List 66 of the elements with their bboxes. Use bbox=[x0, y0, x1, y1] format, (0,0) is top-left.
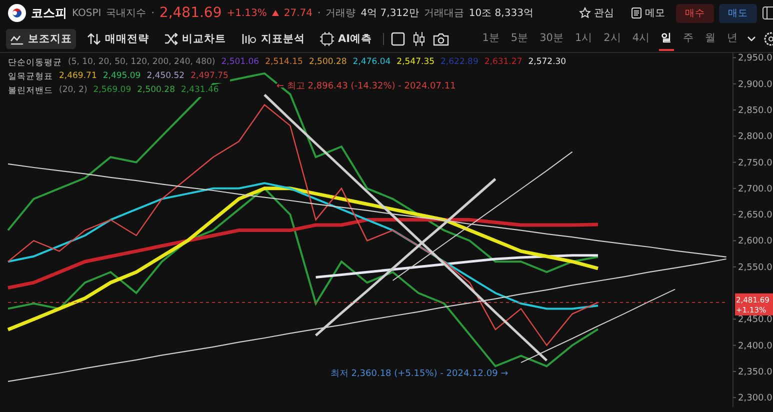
chip-icon bbox=[320, 32, 334, 46]
square-icon[interactable] bbox=[391, 32, 406, 46]
settings-icon[interactable] bbox=[763, 32, 773, 46]
memo-button[interactable]: 메모 bbox=[625, 6, 671, 20]
timeframe-tab[interactable]: 2시 bbox=[602, 27, 624, 51]
analysis-tool-button[interactable]: 지표분석 bbox=[237, 29, 309, 49]
indicator-value: 2,497.75 bbox=[188, 71, 230, 83]
axis-tick-label: 2,800.0 bbox=[738, 132, 772, 142]
axis-tick-label: 2,450.0 bbox=[738, 315, 772, 326]
indicator-name: 단순이동평균 bbox=[6, 57, 64, 69]
amount-label: 거래대금 bbox=[424, 7, 464, 20]
axis-tick-label: 2,350.0 bbox=[738, 367, 772, 378]
indicator-name: 볼린저밴드 bbox=[6, 85, 55, 97]
compare-tool-button[interactable]: 비교차트 bbox=[160, 29, 230, 49]
axis-tick-label: 2,400.0 bbox=[738, 341, 772, 352]
separator: · bbox=[151, 8, 154, 18]
shuffle-icon bbox=[164, 33, 178, 45]
chart-search-icon bbox=[241, 33, 257, 45]
axis-tick-label: 2,550.0 bbox=[738, 262, 772, 273]
axis-tick-label: 2,750.0 bbox=[738, 158, 772, 168]
change-percent: +1.13% bbox=[226, 8, 267, 18]
price-tag bbox=[735, 293, 773, 316]
sell-button[interactable]: 매도 bbox=[719, 4, 757, 22]
separator: · bbox=[318, 8, 321, 18]
timeframe-tab[interactable]: 5분 bbox=[508, 27, 531, 51]
chevron-down-icon[interactable] bbox=[747, 36, 756, 42]
strategy-tool-button[interactable]: 매매전략 bbox=[83, 29, 153, 49]
timeframe-tab[interactable]: 1분 bbox=[480, 27, 502, 51]
axis-tick-label: 2,850.0 bbox=[738, 106, 772, 116]
timeframe-tab[interactable]: 주 bbox=[681, 27, 696, 51]
watchlist-button[interactable]: 관심 bbox=[573, 6, 620, 20]
axis-tick-label: 2,650.0 bbox=[738, 210, 772, 221]
axis-tick-label: 2,600.0 bbox=[738, 236, 772, 247]
low-price-annotation: 최저 2,360.18 (+5.15%) - 2024.12.09 → bbox=[330, 369, 508, 380]
axis-tick-label: 2,300.0 bbox=[738, 394, 772, 404]
axis-tick-label: 2,900.0 bbox=[738, 80, 772, 90]
change-amount: 27.74 bbox=[284, 8, 313, 18]
timeframe-tab[interactable]: 1시 bbox=[572, 27, 595, 51]
axis-tick-label: 2,700.0 bbox=[738, 184, 772, 194]
note-icon bbox=[631, 7, 642, 19]
market-label: 국내지수 bbox=[106, 7, 146, 20]
index-code: KOSPI bbox=[72, 8, 102, 18]
star-icon bbox=[579, 7, 591, 19]
timeframe-tab[interactable]: 년 bbox=[725, 27, 740, 51]
amount-value: 10조 8,333억 bbox=[468, 7, 534, 20]
timeframe-tab[interactable]: 월 bbox=[703, 27, 718, 51]
index-name: 코스피 bbox=[31, 4, 67, 22]
volume-value: 4억 7,312만 bbox=[360, 7, 419, 20]
ai-tool-button[interactable]: AI예측 bbox=[316, 29, 376, 49]
timeframe-tab[interactable]: 일 bbox=[659, 27, 674, 51]
timeframe-tab[interactable]: 4시 bbox=[630, 27, 652, 51]
current-price: 2,481.69 bbox=[159, 5, 222, 21]
flag-icon bbox=[8, 4, 26, 22]
indicator-tool-button[interactable]: 보조지표 bbox=[6, 29, 76, 49]
axis-tick-label: 2,950.0 bbox=[738, 54, 772, 64]
buy-button[interactable]: 매수 bbox=[676, 4, 714, 22]
sidebar-icon[interactable] bbox=[762, 6, 773, 20]
trend-line-icon bbox=[10, 33, 24, 45]
indicator-value: 2,431.46 bbox=[178, 85, 221, 97]
camera-icon[interactable] bbox=[433, 32, 450, 46]
candlestick-icon[interactable] bbox=[412, 32, 426, 46]
high-price-annotation: ← 최고 2,896.43 (-14.32%) - 2024.07.11 bbox=[276, 82, 456, 92]
up-down-arrows-icon bbox=[87, 33, 101, 45]
indicator-name: 일목균형표 bbox=[6, 71, 55, 83]
timeframe-tab[interactable]: 30분 bbox=[538, 27, 566, 51]
volume-label: 거래량 bbox=[326, 7, 356, 20]
